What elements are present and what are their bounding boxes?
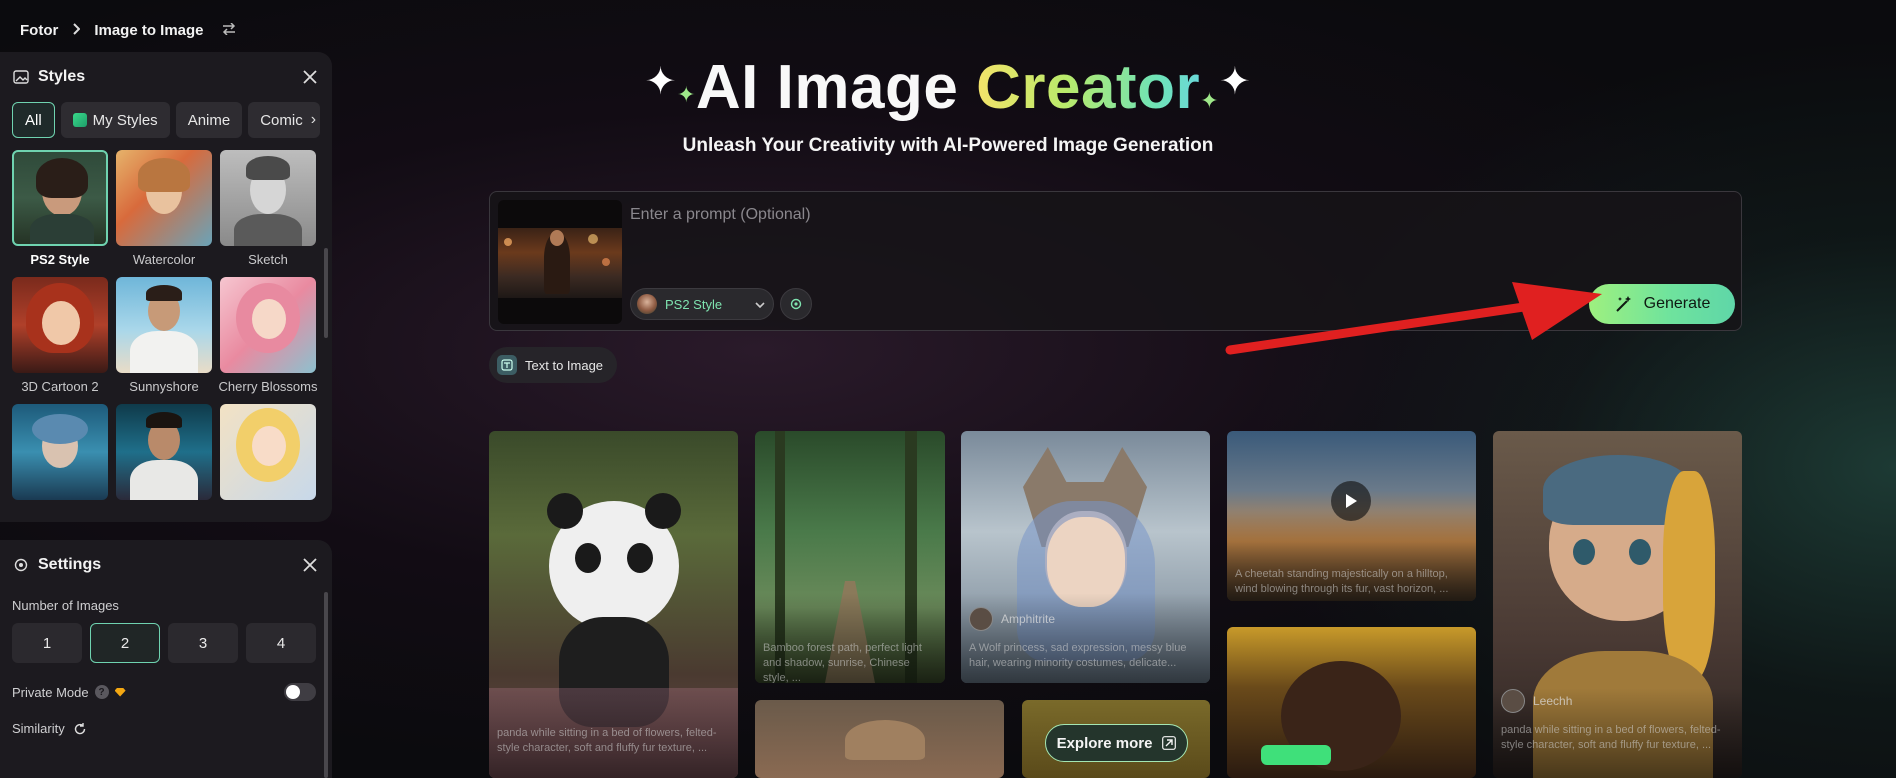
similarity-label: Similarity: [12, 721, 65, 736]
help-icon[interactable]: ?: [94, 685, 109, 699]
style-thumb: [220, 404, 316, 500]
text-to-image-button[interactable]: Text to Image: [489, 347, 617, 383]
card-caption: panda while sitting in a bed of flowers,…: [1501, 724, 1721, 751]
avatar: [969, 607, 993, 631]
style-thumb: [116, 277, 212, 373]
style-label: Sunnyshore: [129, 379, 199, 394]
style-label: 3D Cartoon 2: [21, 379, 99, 394]
style-thumb: [220, 150, 316, 246]
style-item-3d-cartoon-2[interactable]: 3D Cartoon 2: [12, 277, 108, 398]
settings-title: Settings: [38, 556, 102, 573]
style-thumb: [12, 277, 108, 373]
card-caption: Bamboo forest path, perfect light and sh…: [763, 642, 922, 683]
card-caption: A Wolf princess, sad expression, messy b…: [969, 642, 1187, 669]
generate-label: Generate: [1643, 295, 1711, 312]
gallery-card[interactable]: Amphitrite A Wolf princess, sad expressi…: [961, 431, 1210, 683]
close-icon[interactable]: [300, 555, 320, 575]
style-grid: PS2 Style Watercolor Sketch 3D Cartoon 2…: [0, 140, 332, 506]
style-item-sketch[interactable]: Sketch: [220, 150, 316, 271]
style-thumb: [116, 404, 212, 500]
style-item-sunnyshore[interactable]: Sunnyshore: [116, 277, 212, 398]
private-mode-toggle[interactable]: [284, 683, 316, 701]
private-mode-label: Private Mode: [12, 684, 89, 700]
advanced-settings-button[interactable]: [780, 288, 812, 320]
private-mode-row: Private Mode ?: [12, 683, 320, 701]
style-item-cherry-blossoms[interactable]: Cherry Blossoms: [219, 277, 317, 398]
card-username: Amphitrite: [1001, 612, 1056, 626]
title-white: AI Image: [695, 53, 959, 122]
page-subtitle: Unleash Your Creativity with AI-Powered …: [682, 135, 1214, 156]
avatar: [1501, 689, 1525, 713]
gallery-card[interactable]: [755, 700, 1004, 778]
sparkle-icon: ✦: [1200, 88, 1220, 113]
sparkle-icon: ✦: [676, 82, 696, 107]
number-of-images-label: Number of Images: [12, 598, 119, 613]
gallery-card[interactable]: panda while sitting in a bed of flowers,…: [489, 431, 738, 778]
text-to-image-label: Text to Image: [525, 357, 604, 373]
number-of-images-options: 1 2 3 4: [12, 623, 320, 663]
number-option-4[interactable]: 4: [246, 623, 316, 663]
gallery-card[interactable]: Leechh panda while sitting in a bed of f…: [1493, 431, 1742, 778]
style-item-ps2[interactable]: PS2 Style: [12, 150, 108, 271]
style-thumb: [116, 150, 212, 246]
breadcrumb: Fotor Image to Image: [20, 20, 236, 40]
style-item-princess[interactable]: [220, 404, 316, 500]
gallery-card[interactable]: A cheetah standing majestically on a hil…: [1227, 431, 1476, 601]
style-select-value: PS2 Style: [665, 296, 723, 312]
style-avatar: [637, 294, 657, 314]
gallery-card[interactable]: Bamboo forest path, perfect light and sh…: [755, 431, 945, 683]
style-label: PS2 Style: [30, 252, 90, 267]
card-username: Leechh: [1533, 694, 1573, 708]
style-item-underwater[interactable]: [12, 404, 108, 500]
uploaded-image[interactable]: [498, 200, 622, 324]
prompt-input[interactable]: [630, 200, 1530, 230]
similarity-row: Similarity: [12, 721, 320, 736]
title-gradient: Creator: [976, 53, 1201, 122]
sparkle-icon: ✦: [644, 61, 677, 103]
settings-scrollbar[interactable]: [324, 592, 328, 778]
red-arrow-annotation: [1225, 282, 1602, 355]
style-select[interactable]: PS2 Style: [630, 288, 774, 320]
card-user: Amphitrite: [969, 607, 1055, 631]
style-thumb: [12, 404, 108, 500]
style-item-cyberpunk[interactable]: [116, 404, 212, 500]
arrow-up-right-icon: [1162, 736, 1177, 750]
style-thumb: [12, 150, 108, 246]
number-option-1[interactable]: 1: [12, 623, 82, 663]
card-caption: A cheetah standing majestically on a hil…: [1235, 568, 1449, 595]
breadcrumb-fotor[interactable]: Fotor: [20, 22, 58, 39]
swap-icon[interactable]: [222, 21, 236, 39]
refresh-icon[interactable]: [73, 722, 87, 736]
style-thumb: [220, 277, 316, 373]
style-item-watercolor[interactable]: Watercolor: [116, 150, 212, 271]
magic-wand-icon: [1614, 294, 1634, 314]
style-label: Cherry Blossoms: [218, 379, 318, 394]
gallery-card[interactable]: [1227, 627, 1476, 778]
settings-panel: Settings Number of Images 1 2 3 4 Privat…: [0, 540, 332, 778]
sparkle-icon: ✦: [1219, 61, 1252, 103]
gear-icon: [12, 556, 30, 574]
chevron-down-icon: [755, 297, 765, 311]
card-caption: panda while sitting in a bed of flowers,…: [497, 727, 717, 754]
explore-more-button[interactable]: Explore more: [1045, 724, 1188, 762]
diamond-icon: [114, 687, 126, 697]
style-label: Watercolor: [132, 252, 196, 267]
gear-icon: [790, 298, 802, 310]
number-option-2[interactable]: 2: [90, 623, 160, 663]
explore-more-label: Explore more: [1056, 734, 1153, 752]
card-user: Leechh: [1501, 689, 1572, 713]
styles-scrollbar[interactable]: [324, 248, 328, 338]
number-option-3[interactable]: 3: [168, 623, 238, 663]
chevron-right-icon: [72, 22, 81, 38]
style-label: Sketch: [248, 252, 288, 267]
text-to-image-icon: [497, 355, 517, 375]
page-title: ✦✦AI Image Creator✦✦: [0, 52, 1896, 123]
breadcrumb-image-to-image[interactable]: Image to Image: [94, 22, 203, 39]
